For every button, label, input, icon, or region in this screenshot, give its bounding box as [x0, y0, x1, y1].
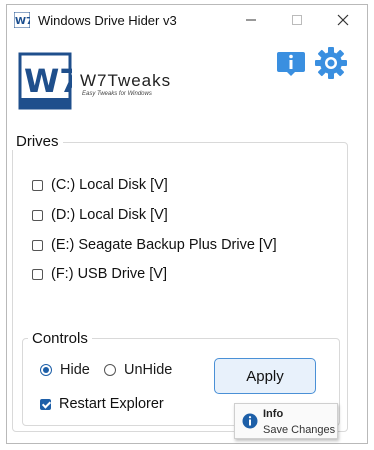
- window-title: Windows Drive Hider v3: [38, 13, 177, 28]
- drive-label: (F:) USB Drive [V]: [51, 266, 168, 282]
- info-icon: [277, 52, 305, 76]
- drive-checkbox-e[interactable]: (E:) Seagate Backup Plus Drive [V]: [32, 237, 277, 253]
- hide-label: Hide: [60, 362, 90, 378]
- logo-tagline: Easy Tweaks for Windows: [82, 91, 152, 97]
- close-icon: [337, 14, 349, 26]
- settings-button[interactable]: [314, 46, 348, 80]
- drive-checkbox-f[interactable]: (F:) USB Drive [V]: [32, 266, 167, 282]
- minimize-button[interactable]: [228, 4, 274, 36]
- w7tweaks-logo-mark: W7: [18, 52, 82, 110]
- maximize-button[interactable]: [274, 4, 320, 36]
- drive-label: (D:) Local Disk [V]: [51, 207, 168, 223]
- restart-explorer-label: Restart Explorer: [59, 396, 164, 412]
- app-icon: W7: [13, 11, 33, 29]
- info-icon: [242, 413, 258, 429]
- close-button[interactable]: [320, 4, 366, 36]
- checkbox[interactable]: [32, 209, 43, 221]
- drive-label: (E:) Seagate Backup Plus Drive [V]: [51, 237, 277, 253]
- apply-button[interactable]: Apply: [214, 358, 316, 394]
- drive-checkbox-c[interactable]: (C:) Local Disk [V]: [32, 177, 168, 193]
- unhide-radio[interactable]: UnHide: [104, 362, 172, 378]
- controls-group-title: Controls: [28, 330, 92, 347]
- title-bar[interactable]: W7 Windows Drive Hider v3: [6, 4, 366, 36]
- gear-icon: [315, 47, 347, 79]
- restart-explorer-checkbox[interactable]: Restart Explorer: [40, 396, 164, 412]
- checkbox[interactable]: [32, 179, 43, 191]
- checkbox-checked[interactable]: [40, 398, 51, 410]
- radio-button-selected[interactable]: [40, 364, 52, 376]
- svg-text:W7: W7: [24, 62, 72, 100]
- unhide-label: UnHide: [124, 362, 173, 378]
- minimize-icon: [246, 19, 256, 21]
- drive-label: (C:) Local Disk [V]: [51, 177, 168, 193]
- tooltip-title: Info: [263, 408, 284, 420]
- hide-radio[interactable]: Hide: [40, 362, 90, 378]
- checkbox[interactable]: [32, 239, 43, 251]
- maximize-icon: [292, 15, 302, 25]
- info-tooltip: Info Save Changes: [234, 403, 338, 439]
- info-button[interactable]: [276, 48, 306, 78]
- drives-group-title: Drives: [12, 133, 63, 150]
- checkbox[interactable]: [32, 268, 43, 280]
- drive-checkbox-d[interactable]: (D:) Local Disk [V]: [32, 207, 168, 223]
- svg-text:W7: W7: [15, 16, 30, 27]
- radio-button[interactable]: [104, 364, 116, 376]
- logo-name: W7Tweaks: [80, 71, 172, 90]
- tooltip-text: Save Changes: [263, 424, 336, 436]
